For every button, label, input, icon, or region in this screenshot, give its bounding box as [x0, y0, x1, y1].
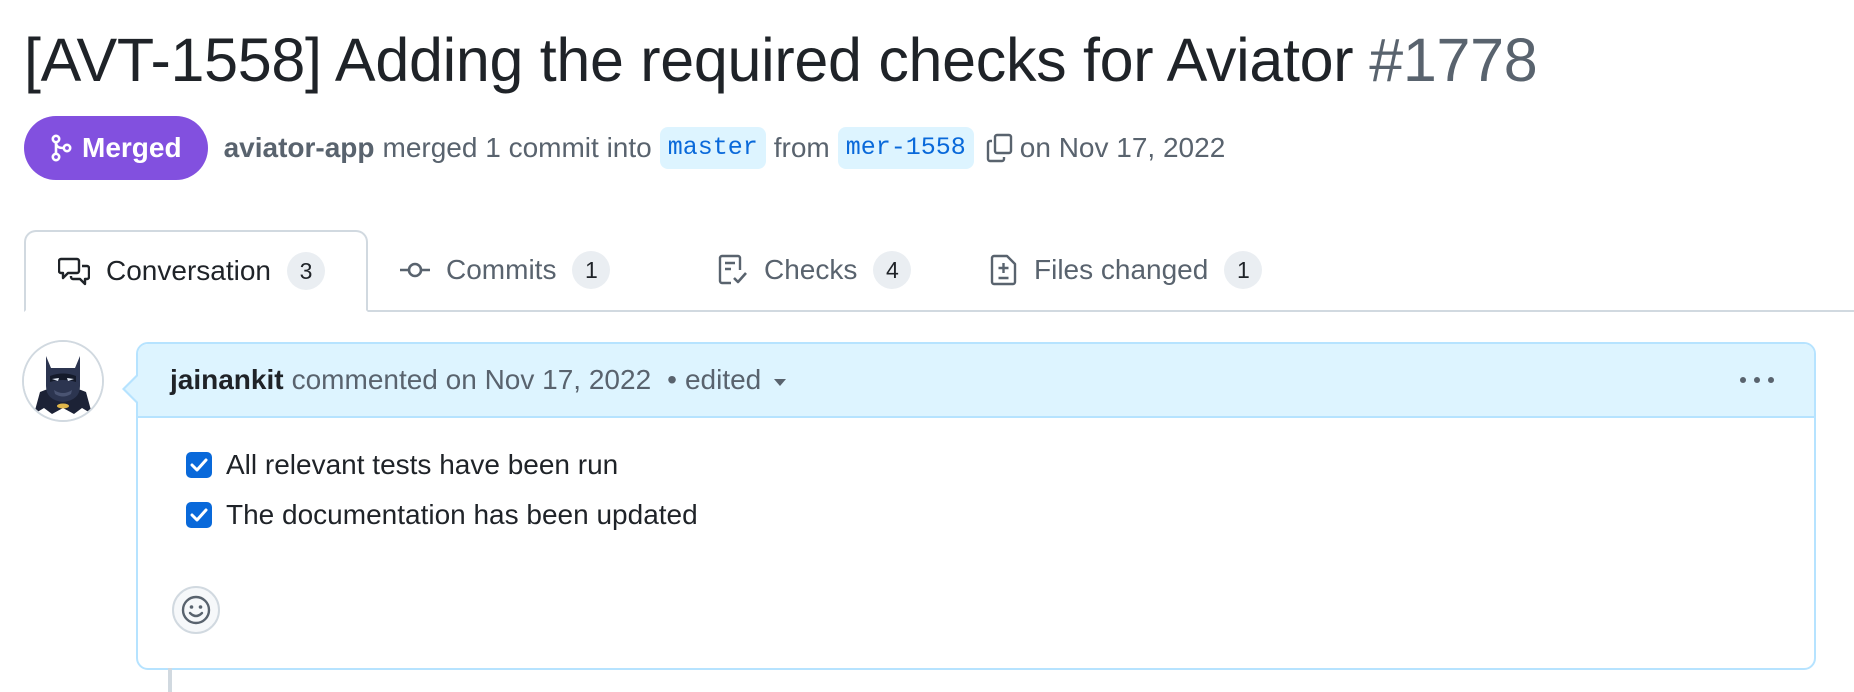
- conversation-icon: [58, 256, 90, 286]
- separator: •: [667, 364, 677, 395]
- pr-tabs: Conversation 3 Commits 1 Checks 4 Files …: [24, 230, 1854, 312]
- task-checkbox[interactable]: [186, 502, 212, 528]
- tab-counter: 3: [286, 252, 325, 290]
- pr-title: [AVT-1558] Adding the required checks fo…: [24, 26, 1354, 94]
- pr-author-link[interactable]: aviator-app: [224, 132, 375, 164]
- merge-action-text: merged 1 commit into: [382, 132, 652, 163]
- base-branch[interactable]: master: [659, 127, 766, 169]
- file-diff-icon: [990, 254, 1018, 286]
- tab-counter: 1: [572, 251, 611, 289]
- copy-icon[interactable]: [986, 133, 1014, 163]
- smiley-icon: [180, 594, 212, 626]
- edited-dropdown[interactable]: edited: [685, 364, 787, 396]
- merged-badge: Merged: [24, 116, 208, 180]
- head-branch[interactable]: mer-1558: [837, 127, 974, 169]
- task-checkbox[interactable]: [186, 452, 212, 478]
- task-list-item: The documentation has been updated: [186, 490, 1766, 540]
- tab-label: Commits: [446, 254, 557, 285]
- task-label: The documentation has been updated: [226, 499, 698, 530]
- tab-counter: 1: [1224, 251, 1263, 289]
- timeline-line: [168, 668, 172, 692]
- tab-commits[interactable]: Commits 1: [368, 230, 642, 310]
- tab-conversation[interactable]: Conversation 3: [24, 230, 368, 312]
- tab-files-changed[interactable]: Files changed 1: [958, 230, 1294, 310]
- edited-label: edited: [684, 364, 762, 395]
- add-reaction-button[interactable]: [172, 586, 220, 634]
- comment-body: All relevant tests have been run The doc…: [138, 418, 1814, 540]
- comment-header: jainankit commented on Nov 17, 2022 • ed…: [138, 344, 1814, 418]
- task-list-item: All relevant tests have been run: [186, 440, 1766, 490]
- page-title: [AVT-1558] Adding the required checks fo…: [24, 20, 1538, 100]
- merged-label: Merged: [82, 132, 182, 163]
- kebab-horizontal-icon[interactable]: [1740, 366, 1774, 394]
- comment-card: jainankit commented on Nov 17, 2022 • ed…: [122, 342, 1816, 670]
- git-merge-icon: [50, 134, 72, 162]
- triangle-down-icon: [773, 377, 787, 387]
- from-text: from: [773, 132, 830, 163]
- tab-label: Checks: [764, 254, 858, 285]
- comment-timestamp[interactable]: commented on Nov 17, 2022: [292, 364, 652, 396]
- comment-author-link[interactable]: jainankit: [170, 364, 284, 396]
- tab-checks[interactable]: Checks 4: [686, 230, 943, 310]
- avatar[interactable]: [22, 340, 104, 422]
- pr-meta: Merged aviator-app merged 1 commit into …: [24, 116, 1233, 180]
- merged-date: on Nov 17, 2022: [1019, 132, 1226, 163]
- commit-icon: [400, 255, 430, 285]
- tab-counter: 4: [873, 251, 912, 289]
- checklist-icon: [718, 254, 748, 286]
- tab-label: Conversation: [106, 255, 271, 286]
- tab-label: Files changed: [1034, 254, 1209, 285]
- pull-request-page: [AVT-1558] Adding the required checks fo…: [0, 0, 1854, 692]
- task-label: All relevant tests have been run: [226, 449, 619, 480]
- pr-number: #1778: [1369, 26, 1538, 94]
